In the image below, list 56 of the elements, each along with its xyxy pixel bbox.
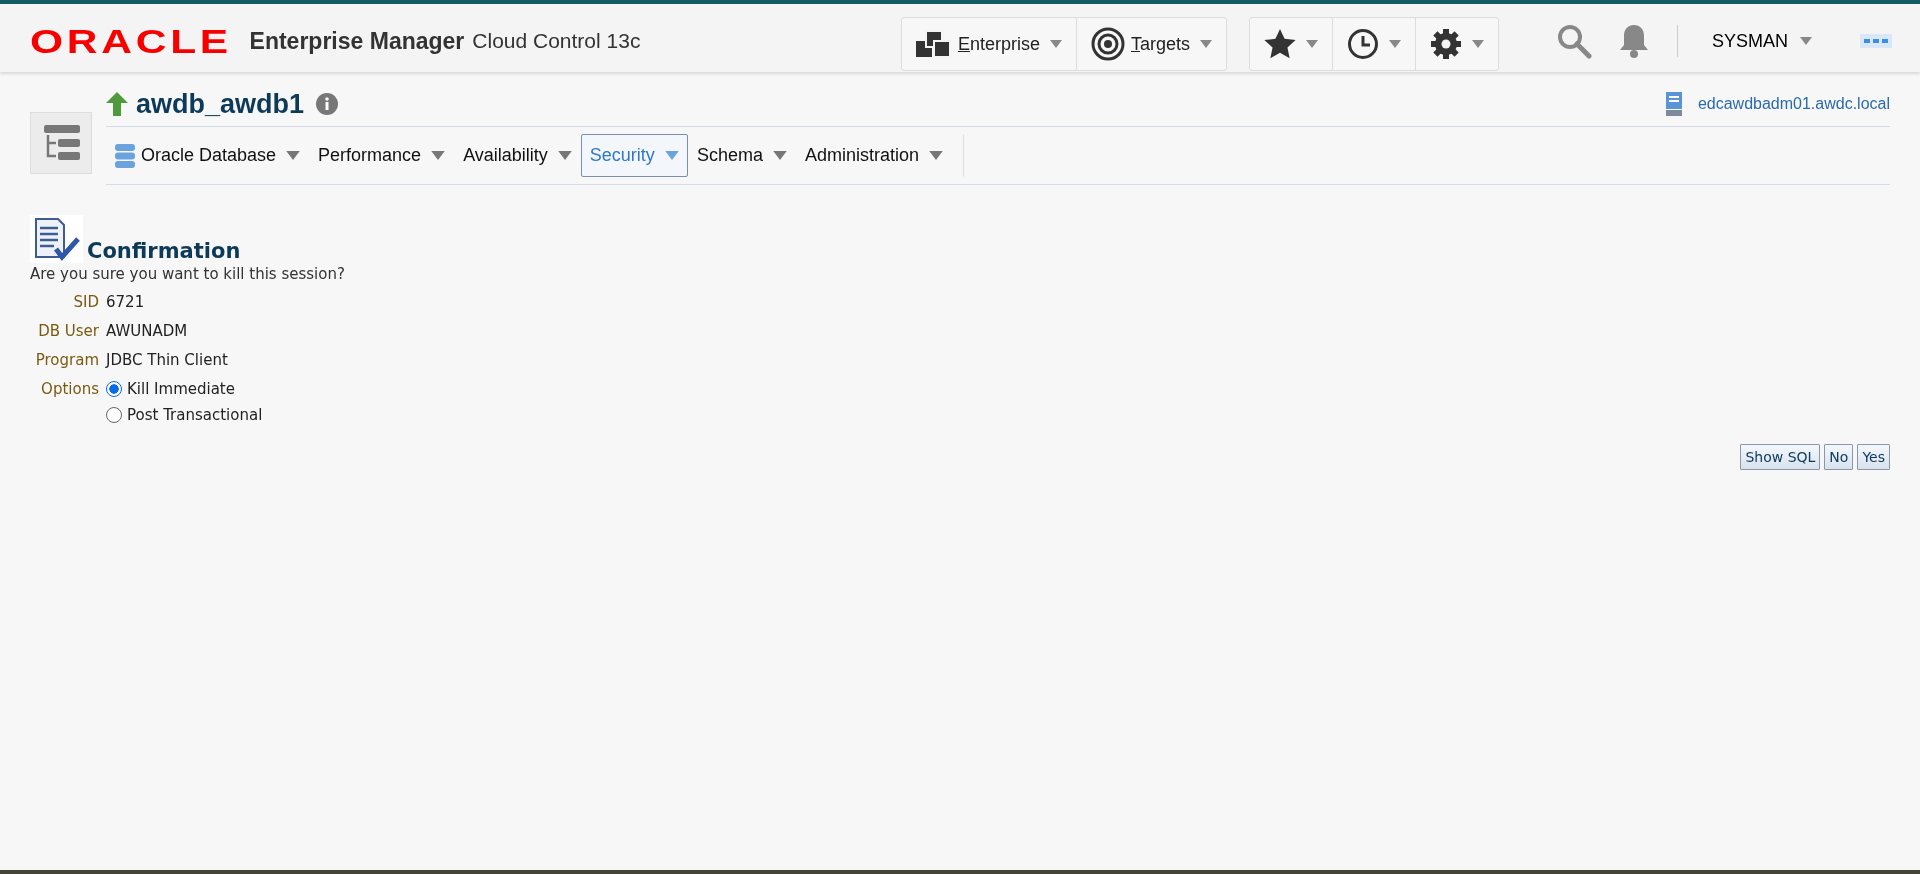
info-icon[interactable]: [316, 93, 339, 115]
product-name: Enterprise Manager: [249, 27, 465, 55]
search-icon[interactable]: [1555, 23, 1592, 59]
radio-button[interactable]: [106, 407, 122, 423]
caret-icon: [772, 151, 787, 160]
targets-menu[interactable]: Targets: [1076, 18, 1226, 70]
field-value: AWUNADM: [106, 322, 189, 340]
confirmation-message: Are you sure you want to kill this session?: [30, 265, 346, 283]
caret-icon: [1471, 40, 1484, 48]
more-menu-icon[interactable]: [1860, 34, 1892, 48]
server-icon: [1665, 92, 1682, 116]
nav-menu[interactable]: Administration: [795, 134, 964, 177]
field-label: SID: [72, 293, 99, 311]
action-button[interactable]: Yes: [1857, 444, 1890, 470]
target-name: awdb_awdb1: [136, 88, 305, 120]
gear-icon: [1429, 28, 1462, 60]
caret-icon: [1049, 40, 1062, 48]
caret-icon: [1199, 40, 1212, 48]
field-value: 6721: [106, 293, 146, 311]
host-link[interactable]: edcawdbadm01.awdc.local: [1697, 95, 1890, 113]
radio-option[interactable]: Kill Immediate: [106, 380, 263, 398]
caret-icon: [1800, 37, 1812, 45]
caret-icon: [664, 151, 679, 160]
nav-menu[interactable]: Availability: [454, 134, 581, 177]
caret-icon: [928, 151, 943, 160]
radio-button[interactable]: [106, 381, 122, 397]
confirmation-title: Confirmation: [87, 239, 241, 263]
notification-bell-icon[interactable]: [1617, 23, 1650, 59]
caret-icon: [1388, 40, 1401, 48]
action-button[interactable]: No: [1824, 444, 1854, 470]
document-check-icon: [30, 215, 83, 263]
clock-icon: [1346, 28, 1379, 60]
nav-menu[interactable]: Schema: [687, 134, 796, 177]
product-subtitle: Cloud Control 13c: [472, 29, 641, 53]
nav-menu[interactable]: Security: [580, 134, 688, 177]
nav-menu[interactable]: Oracle Database: [106, 134, 310, 177]
stacked-squares-icon: [915, 29, 952, 59]
field-value: JDBC Thin Client: [106, 351, 229, 369]
caret-icon: [1305, 40, 1318, 48]
action-button[interactable]: Show SQL: [1740, 444, 1821, 470]
up-arrow-icon: [106, 92, 128, 116]
caret-icon: [557, 151, 572, 160]
field-label: DB User: [37, 322, 99, 340]
star-icon: [1263, 29, 1296, 59]
tree-list-icon: [42, 125, 80, 161]
field-label: Program: [34, 351, 99, 369]
radio-option[interactable]: Post Transactional: [106, 406, 263, 424]
caret-icon: [431, 151, 446, 160]
nav-menu[interactable]: Performance: [309, 134, 455, 177]
target-icon: [1090, 27, 1125, 61]
caret-icon: [286, 151, 301, 160]
oracle-logo: ORACLE: [30, 21, 232, 61]
target-navigation-button[interactable]: [30, 112, 92, 174]
enterprise-menu[interactable]: Enterprise: [901, 18, 1077, 70]
field-label: Options: [40, 380, 99, 400]
user-menu[interactable]: SYSMAN: [1705, 29, 1818, 53]
